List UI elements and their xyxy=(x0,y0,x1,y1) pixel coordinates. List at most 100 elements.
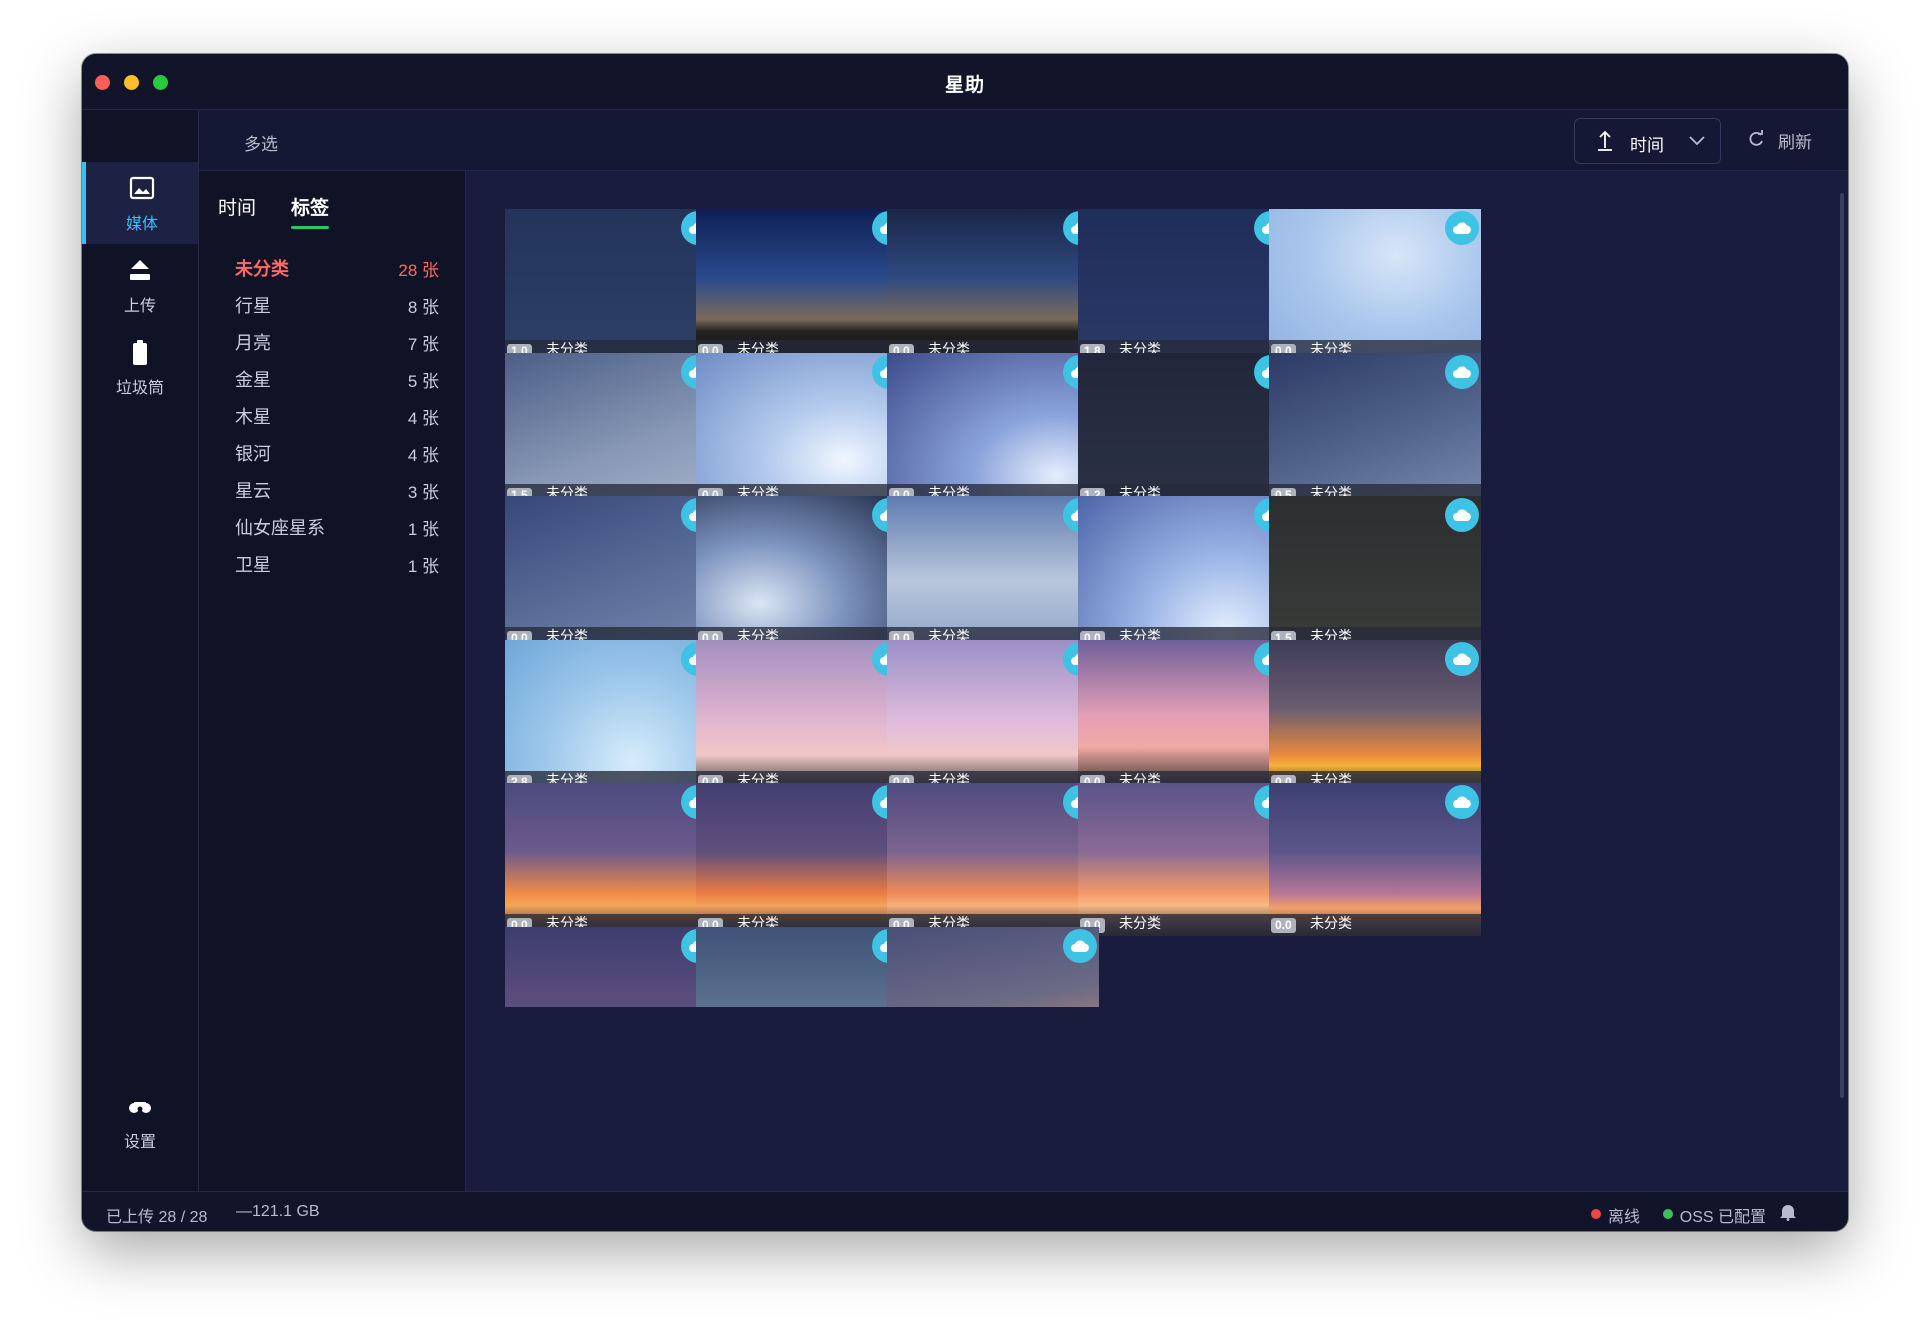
cloud-icon xyxy=(1445,498,1479,532)
category-name: 金星 xyxy=(235,370,271,390)
toolbar: 多选 时间 刷新 xyxy=(199,110,1848,171)
cloud-icon xyxy=(1445,355,1479,389)
photo-tile[interactable]: 2.8 未分类 xyxy=(505,640,717,793)
category-name: 仙女座星系 xyxy=(235,518,325,538)
category-count: 1 张 xyxy=(407,520,439,539)
category-name: 未分类 xyxy=(235,259,289,279)
chevron-down-icon xyxy=(1688,133,1706,152)
photo-tile[interactable]: 0.0 未分类 xyxy=(696,209,908,362)
photo-tile[interactable]: 0.0 未分类 xyxy=(696,353,908,506)
category-count: 4 张 xyxy=(407,409,439,428)
photo-tile[interactable]: 1.0 未分类 xyxy=(505,209,717,362)
tab-tags[interactable]: 标签 xyxy=(291,193,329,220)
category-row-satellite[interactable]: 卫星 1 张 xyxy=(199,543,465,581)
offline-label: 离线 xyxy=(1607,1209,1640,1226)
category-count: 7 张 xyxy=(407,335,439,354)
photo-tile[interactable]: 1.8 未分类 xyxy=(1078,209,1290,362)
nav-item-upload[interactable]: 上传 xyxy=(82,244,198,326)
cloud-icon xyxy=(1063,929,1097,963)
trash-icon xyxy=(82,338,198,368)
category-name: 行星 xyxy=(235,296,271,316)
upload-icon xyxy=(82,256,198,286)
category-count: 3 张 xyxy=(407,483,439,502)
photo-tile[interactable]: 0.0 未分类 xyxy=(505,783,717,936)
photo-tile[interactable]: 0.0 未分类 xyxy=(1078,640,1290,793)
photo-tile[interactable]: 0.0 未分类 xyxy=(887,353,1099,506)
photo-caption-bar xyxy=(1078,914,1290,936)
photo-tag-label: 未分类 xyxy=(1310,915,1352,931)
offline-dot xyxy=(1590,1209,1601,1219)
category-count: 1 张 xyxy=(407,557,439,576)
photo-tile[interactable]: 0.0 未分类 xyxy=(1269,783,1481,936)
nav-item-settings[interactable]: 设置 xyxy=(82,1080,198,1162)
oss-label: OSS 已配置 xyxy=(1679,1209,1766,1226)
photo-tile[interactable]: 0.0 未分类 xyxy=(887,640,1099,793)
nav-item-trash[interactable]: 垃圾筒 xyxy=(82,326,198,408)
app-window: 星助 媒体 上传 垃圾筒 设置 多选 时间 刷新 时间 标签 未分类 28 张 … xyxy=(82,54,1848,1231)
nav-label: 垃圾筒 xyxy=(115,380,164,397)
scrollbar[interactable] xyxy=(1840,193,1844,1098)
category-name: 木星 xyxy=(235,407,271,427)
photo-caption-bar xyxy=(1269,914,1481,936)
photo-grid: 1.0 未分类 0.0 未分类 0.0 未分类 1.8 未分类 0.0 未分类 1.5 未分类 0.0 未… xyxy=(466,171,1848,1191)
category-name: 星云 xyxy=(235,481,271,501)
active-tab-indicator xyxy=(291,226,329,229)
category-row-nebula[interactable]: 星云 3 张 xyxy=(199,469,465,507)
photo-tile[interactable]: 0.0 未分类 xyxy=(887,209,1099,362)
storage-size-text: —121.1 GB xyxy=(236,1203,320,1220)
category-row-venus[interactable]: 金星 5 张 xyxy=(199,358,465,396)
tab-time[interactable]: 时间 xyxy=(218,193,256,220)
photo-tag-label: 未分类 xyxy=(1119,915,1161,931)
photo-tile[interactable]: 1.5 未分类 xyxy=(1269,496,1481,649)
category-name: 月亮 xyxy=(235,333,271,353)
photo-tile[interactable]: 0.0 未分类 xyxy=(887,783,1099,936)
photo-tile[interactable]: 0.0 未分类 xyxy=(1269,640,1481,793)
category-row-planets[interactable]: 行星 8 张 xyxy=(199,284,465,322)
nav-label: 设置 xyxy=(123,1134,156,1151)
refresh-icon xyxy=(1749,130,1763,146)
sort-label: 时间 xyxy=(1630,136,1664,155)
photo-tile[interactable]: 1.2 未分类 xyxy=(1078,353,1290,506)
category-count: 8 张 xyxy=(407,298,439,317)
category-row-milky-way[interactable]: 银河 4 张 xyxy=(199,432,465,470)
cloud-icon xyxy=(1445,211,1479,245)
refresh-button[interactable]: 刷新 xyxy=(1749,128,1812,153)
category-count: 4 张 xyxy=(407,446,439,465)
upload-progress-text: 已上传 28 / 28 xyxy=(106,1209,208,1226)
photo-tile[interactable]: 1.5 未分类 xyxy=(505,353,717,506)
image-icon xyxy=(86,174,198,204)
photo-tile[interactable]: 0.0 未分类 xyxy=(505,496,717,649)
nav-item-media[interactable]: 媒体 xyxy=(82,162,198,244)
oss-status: OSS 已配置 xyxy=(1662,1203,1766,1227)
refresh-label: 刷新 xyxy=(1778,133,1812,152)
category-name: 银河 xyxy=(235,444,271,464)
category-count: 28 张 xyxy=(398,261,439,280)
nav-label: 媒体 xyxy=(125,216,158,233)
photo-tile[interactable]: 0.0 未分类 xyxy=(1078,496,1290,649)
multi-select-button[interactable]: 多选 xyxy=(244,130,278,155)
photo-tile[interactable]: 0.0 未分类 xyxy=(696,640,908,793)
category-count: 5 张 xyxy=(407,372,439,391)
category-row-jupiter[interactable]: 木星 4 张 xyxy=(199,395,465,433)
photo-tile[interactable] xyxy=(505,927,717,1007)
category-row-moon[interactable]: 月亮 7 张 xyxy=(199,321,465,359)
photo-tile[interactable]: 0.5 未分类 xyxy=(1269,353,1481,506)
bell-icon[interactable] xyxy=(1778,1203,1798,1226)
offline-status: 离线 xyxy=(1590,1203,1640,1227)
photo-tile[interactable]: 0.0 未分类 xyxy=(696,496,908,649)
window-title: 星助 xyxy=(944,75,985,96)
category-row-andromeda[interactable]: 仙女座星系 1 张 xyxy=(199,506,465,544)
photo-tile[interactable]: 0.0 未分类 xyxy=(1269,209,1481,362)
nav-label: 上传 xyxy=(123,298,156,315)
photo-tile[interactable] xyxy=(696,927,908,1007)
category-row-uncategorized[interactable]: 未分类 28 张 xyxy=(199,247,465,285)
status-bar: 已上传 28 / 28 —121.1 GB 离线 OSS 已配置 xyxy=(82,1191,1848,1231)
photo-tile[interactable]: 0.0 未分类 xyxy=(696,783,908,936)
sort-ascending-icon xyxy=(1595,130,1615,157)
sort-dropdown[interactable]: 时间 xyxy=(1574,118,1721,164)
photo-score-badge: 0.0 xyxy=(1271,918,1296,933)
photo-tile[interactable]: 0.0 未分类 xyxy=(887,496,1099,649)
photo-tile[interactable] xyxy=(887,927,1099,1007)
oss-dot xyxy=(1662,1209,1673,1219)
photo-tile[interactable]: 0.0 未分类 xyxy=(1078,783,1290,936)
